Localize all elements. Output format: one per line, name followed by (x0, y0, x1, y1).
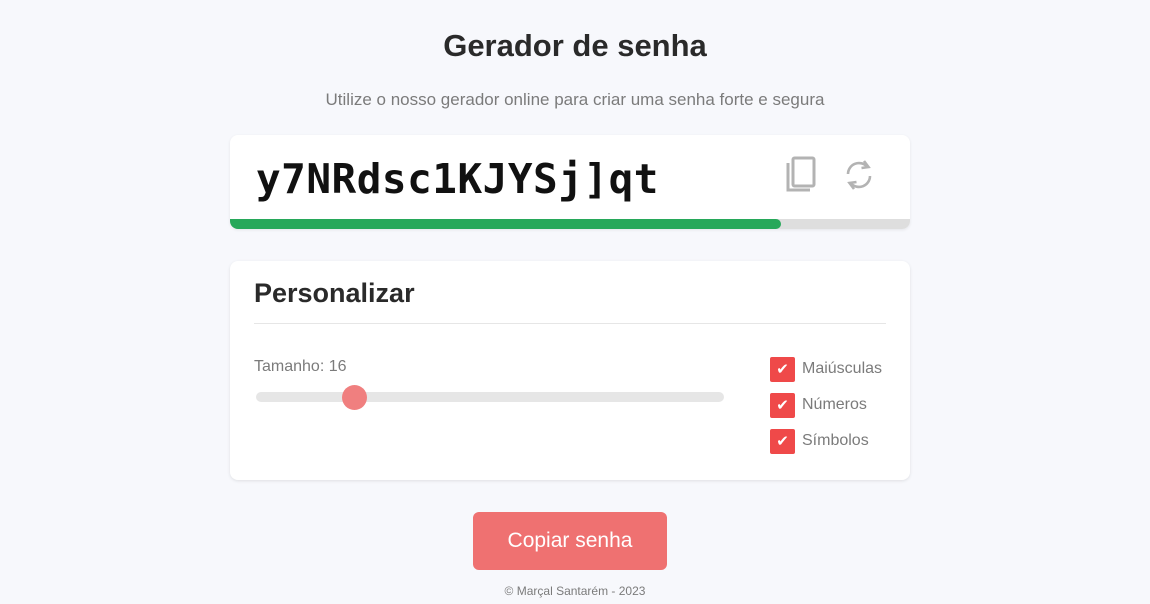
numbers-checkbox[interactable]: ✔ (770, 392, 795, 418)
uppercase-label: Maiúsculas (802, 360, 883, 377)
customize-title: Personalizar (254, 278, 415, 308)
uppercase-checkbox[interactable]: ✔ (770, 356, 795, 382)
symbols-label: Símbolos (802, 432, 869, 449)
length-slider[interactable] (256, 385, 724, 410)
length-slider-thumb[interactable] (342, 385, 368, 410)
option-symbols[interactable]: ✔ Símbolos (770, 428, 882, 454)
refresh-icon[interactable] (839, 155, 879, 195)
symbols-checkbox[interactable]: ✔ (770, 428, 795, 454)
option-numbers[interactable]: ✔ Números (770, 392, 882, 418)
copy-password-button[interactable]: Copiar senha (473, 512, 667, 570)
length-label: Tamanho: 16 (254, 358, 347, 375)
password-display: y7NRdsc1KJYSj]qt (256, 155, 659, 203)
customize-card: Personalizar Tamanho: 16 ✔ Maiúsculas ✔ … (230, 261, 910, 480)
copy-icon[interactable] (781, 155, 821, 195)
strength-bar-fill (230, 219, 781, 229)
page-title: Gerador de senha (443, 28, 707, 63)
divider (254, 323, 886, 324)
page-subtitle: Utilize o nosso gerador online para cria… (325, 90, 825, 109)
password-card: y7NRdsc1KJYSj]qt (230, 135, 910, 229)
strength-bar (230, 219, 910, 229)
options-list: ✔ Maiúsculas ✔ Números ✔ Símbolos (770, 356, 882, 464)
numbers-label: Números (802, 396, 867, 413)
footer-credit: © Marçal Santarém - 2023 (504, 584, 646, 598)
option-uppercase[interactable]: ✔ Maiúsculas (770, 356, 882, 382)
